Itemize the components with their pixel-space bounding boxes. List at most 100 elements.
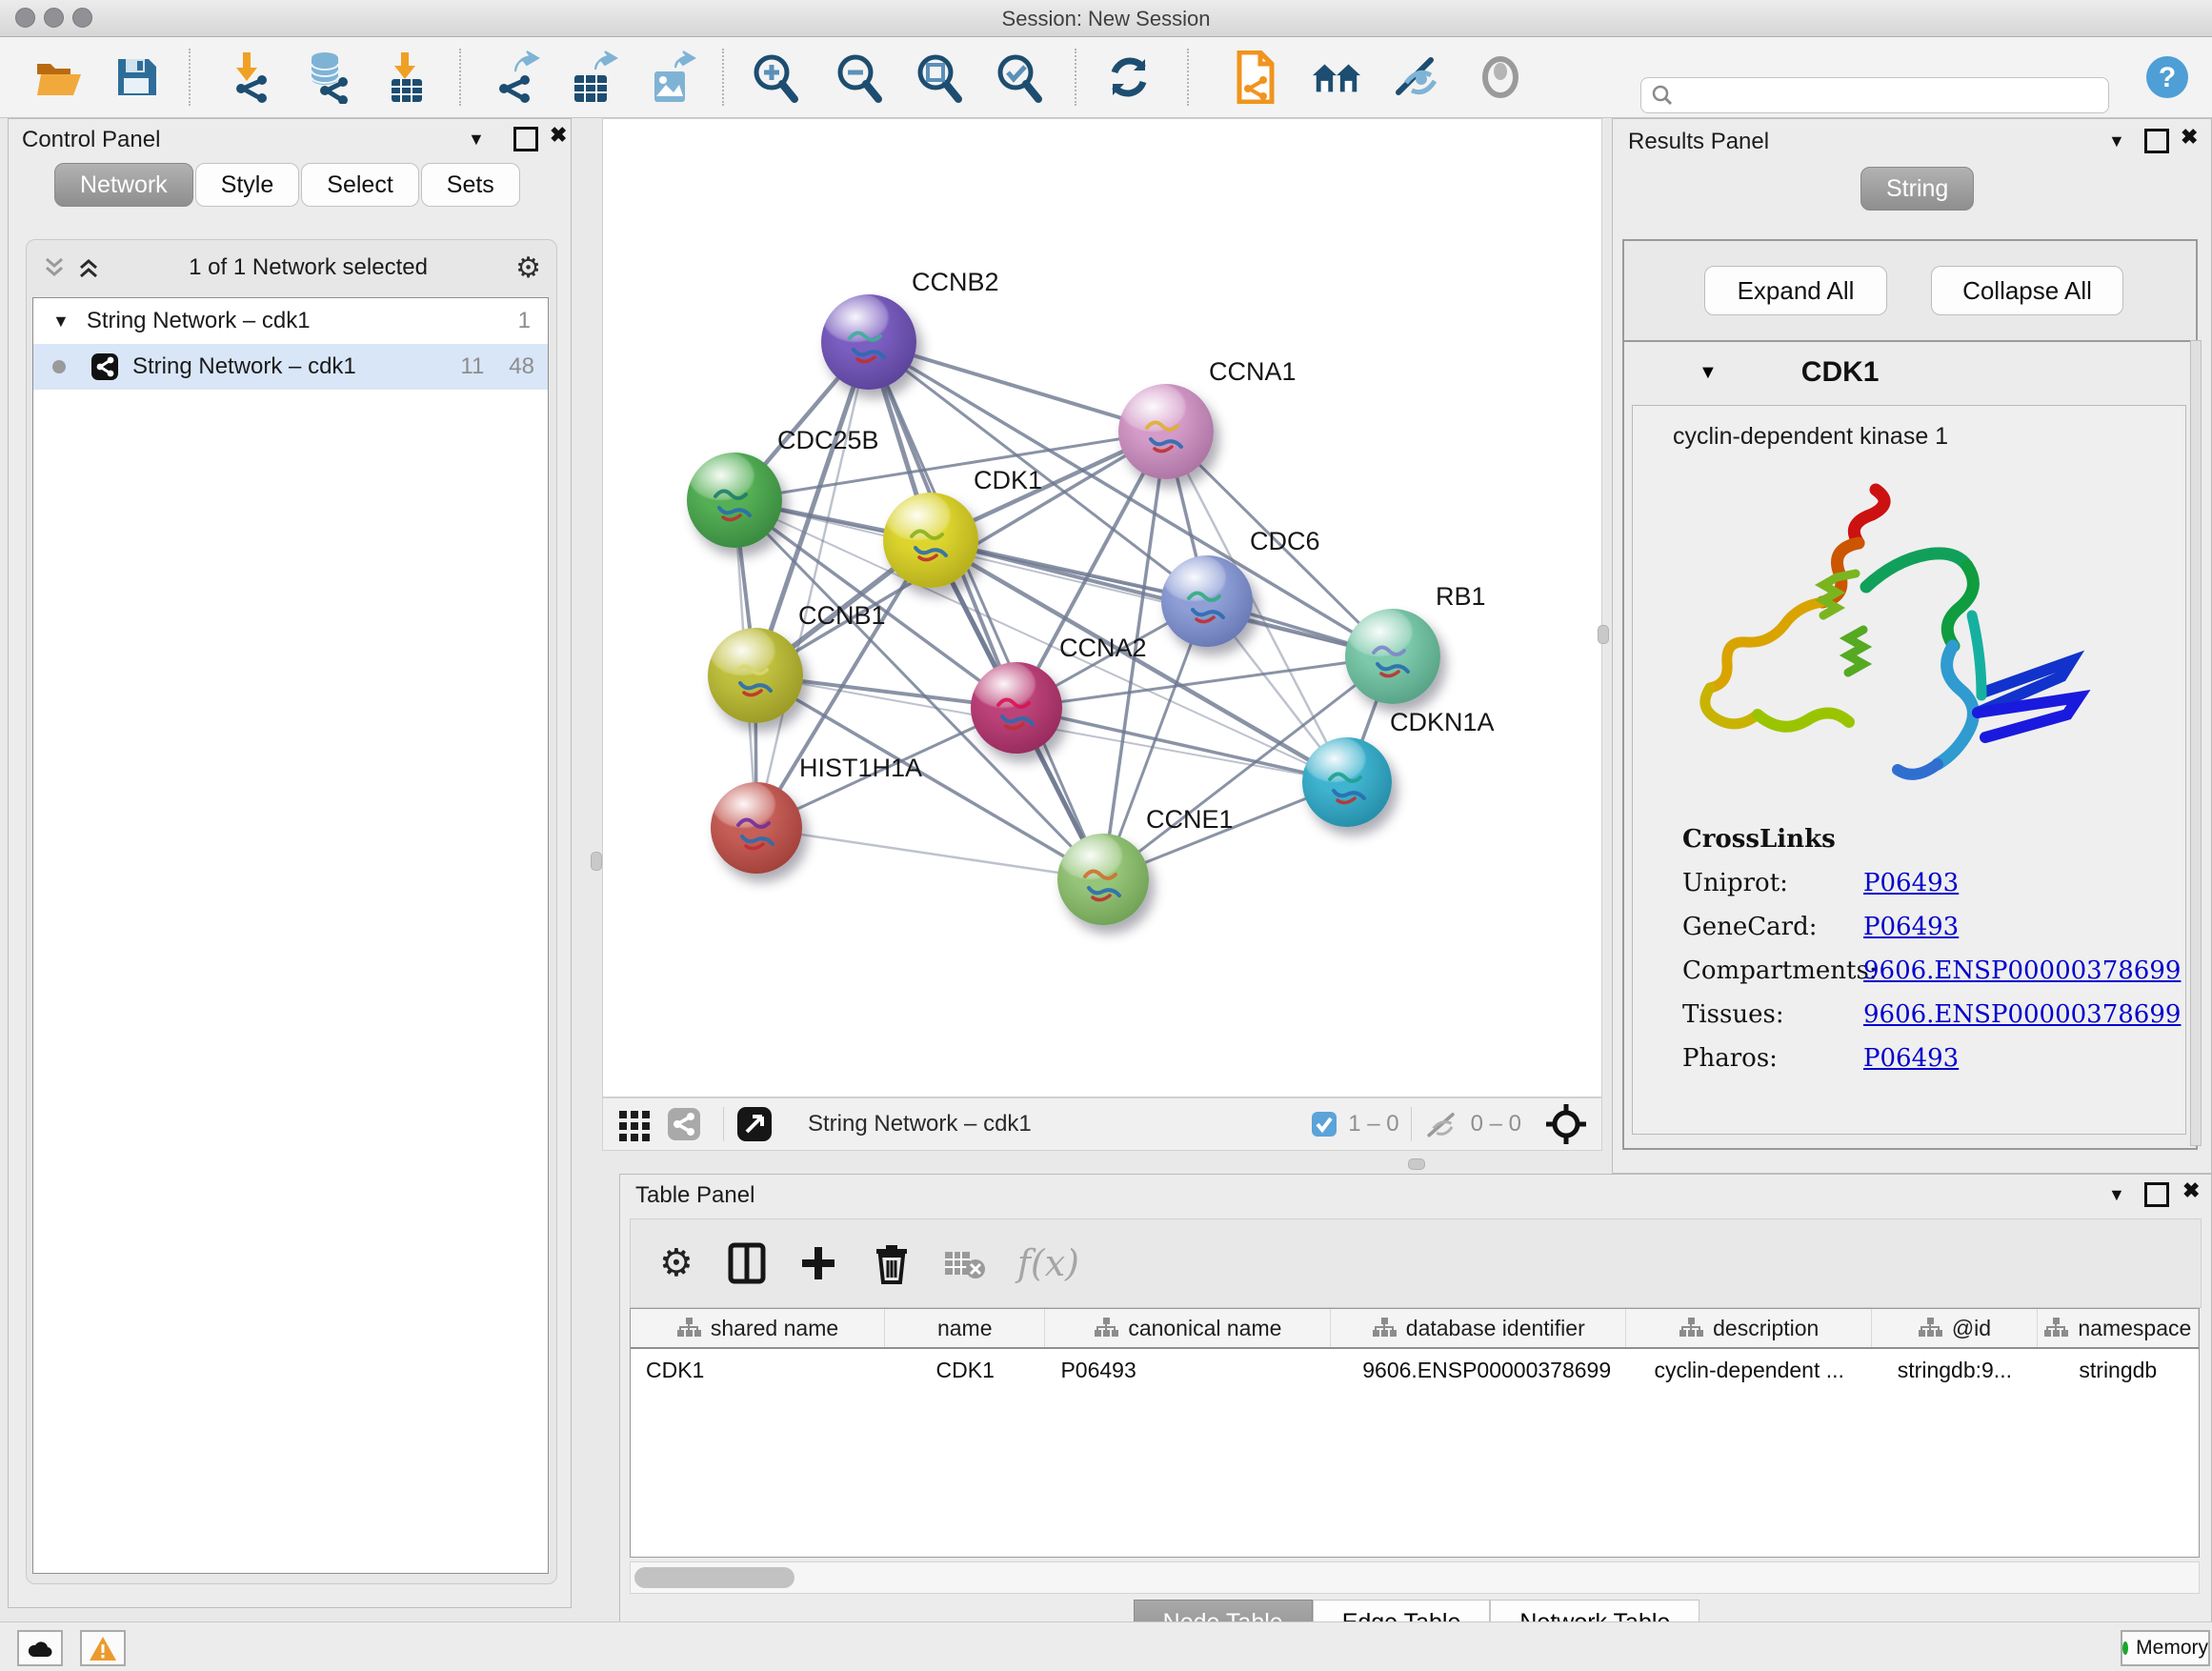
function-builder-icon[interactable]: f(x) <box>1017 1242 1079 1284</box>
collapse-all-button[interactable]: Collapse All <box>1931 266 2123 315</box>
network-node-ccnb1[interactable] <box>708 628 803 723</box>
table-hscrollbar-thumb[interactable] <box>634 1567 794 1588</box>
gene-expander-icon[interactable]: ▼ <box>1699 362 1718 384</box>
search-box[interactable] <box>1640 77 2109 113</box>
close-results-icon[interactable]: ✖ <box>2181 127 2198 148</box>
expand-all-button[interactable]: Expand All <box>1704 266 1887 315</box>
zoom-in-icon[interactable] <box>749 50 800 104</box>
selected-checkbox-icon[interactable] <box>1310 1110 1338 1138</box>
network-node-ccna2[interactable] <box>971 662 1062 754</box>
import-network-icon[interactable] <box>221 50 272 104</box>
crosslink-link[interactable]: P06493 <box>1863 869 1959 897</box>
grid-view-icon[interactable] <box>616 1106 653 1142</box>
collapse-table-icon[interactable]: ▼ <box>2108 1184 2125 1205</box>
tab-sets[interactable]: Sets <box>421 163 520 207</box>
column-header-id[interactable]: @id <box>1872 1309 2037 1347</box>
column-header-sharedname[interactable]: shared name <box>631 1309 885 1347</box>
crosslink-link[interactable]: P06493 <box>1863 1044 1959 1073</box>
export-image-icon[interactable] <box>646 50 697 104</box>
cell-namespace[interactable]: stringdb <box>2038 1358 2199 1383</box>
network-node-ccne1[interactable] <box>1057 834 1149 925</box>
table-options-gear-icon[interactable]: ⚙ <box>659 1241 694 1285</box>
network-options-gear-icon[interactable]: ⚙ <box>515 252 541 285</box>
cloud-status-button[interactable] <box>17 1630 63 1666</box>
add-column-icon[interactable] <box>798 1243 838 1283</box>
gene-description: cyclin-dependent kinase 1 <box>1673 423 1948 451</box>
network-canvas[interactable]: CCNB2CCNA1CDC25BCDK1CDC6RB1CCNB1CCNA2CDK… <box>602 118 1602 1097</box>
cell-id[interactable]: stringdb:9... <box>1872 1358 2037 1383</box>
network-node-hist1h1a[interactable] <box>711 782 802 874</box>
cell-name[interactable]: CDK1 <box>885 1358 1045 1383</box>
network-row[interactable]: String Network – cdk1 11 48 <box>33 344 548 390</box>
left-splitter-handle[interactable] <box>591 852 602 871</box>
cell-sharedname[interactable]: CDK1 <box>631 1358 885 1383</box>
zoom-out-icon[interactable] <box>833 50 884 104</box>
memory-button[interactable]: Memory <box>2121 1630 2210 1666</box>
warning-icon <box>89 1636 117 1661</box>
help-icon[interactable]: ? <box>2142 50 2193 104</box>
delete-table-icon[interactable] <box>943 1246 985 1280</box>
crosslink-link[interactable]: 9606.ENSP00000378699 <box>1863 1000 2181 1029</box>
collapse-results-icon[interactable]: ▼ <box>2108 131 2125 151</box>
collapse-panel-icon[interactable]: ▼ <box>468 129 485 150</box>
fit-selection-crosshair-icon[interactable] <box>1544 1102 1588 1146</box>
export-table-icon[interactable] <box>568 50 619 104</box>
table-hscrollbar[interactable] <box>630 1561 2200 1594</box>
table-row[interactable]: CDK1CDK1P064939606.ENSP00000378699cyclin… <box>631 1349 2199 1391</box>
network-node-cdc6[interactable] <box>1161 555 1253 647</box>
hidden-eye-icon[interactable] <box>1423 1109 1461 1139</box>
column-header-namespace[interactable]: namespace <box>2038 1309 2199 1347</box>
network-node-cdkn1a[interactable] <box>1302 737 1392 827</box>
open-session-icon[interactable] <box>34 50 86 104</box>
float-results-icon[interactable] <box>2144 129 2169 153</box>
import-string-document-icon[interactable] <box>1229 50 1280 104</box>
hide-unhide-icon[interactable] <box>1393 50 1444 104</box>
tab-network[interactable]: Network <box>54 163 193 207</box>
tab-string[interactable]: String <box>1860 167 1976 211</box>
single-view-icon[interactable] <box>666 1106 702 1142</box>
tree-expander-icon[interactable]: ▼ <box>52 312 70 332</box>
network-node-ccna1[interactable] <box>1118 384 1214 479</box>
cell-canonicalname[interactable]: P06493 <box>1045 1358 1331 1383</box>
close-table-icon[interactable]: ✖ <box>2182 1180 2200 1201</box>
home-networks-icon[interactable] <box>1311 50 1362 104</box>
crosslink-label: Tissues: <box>1682 1000 1863 1029</box>
birds-eye-view-icon[interactable] <box>735 1105 774 1143</box>
import-database-icon[interactable] <box>299 50 351 104</box>
gene-section-header[interactable]: ▼ CDK1 <box>1624 342 2196 403</box>
network-collection-row[interactable]: ▼ String Network – cdk1 1 <box>33 298 548 344</box>
warning-status-button[interactable] <box>80 1630 126 1666</box>
save-session-icon[interactable] <box>111 50 162 104</box>
export-network-icon[interactable] <box>490 50 541 104</box>
crosslink-link[interactable]: P06493 <box>1863 913 1959 941</box>
right-splitter-handle[interactable] <box>1598 625 1609 644</box>
cell-description[interactable]: cyclin-dependent ... <box>1626 1358 1872 1383</box>
bottom-splitter-handle[interactable] <box>1408 1158 1425 1170</box>
tab-style[interactable]: Style <box>195 163 300 207</box>
zoom-fit-icon[interactable] <box>913 50 964 104</box>
tab-select[interactable]: Select <box>301 163 418 207</box>
network-node-cdk1[interactable] <box>883 493 978 588</box>
network-node-ccnb2[interactable] <box>821 294 916 390</box>
crosslink-link[interactable]: 9606.ENSP00000378699 <box>1863 956 2181 985</box>
search-input[interactable] <box>1674 84 2087 108</box>
refresh-icon[interactable] <box>1103 50 1155 104</box>
float-table-icon[interactable] <box>2144 1182 2169 1207</box>
collapse-all-networks-icon[interactable] <box>76 255 101 280</box>
show-eye-icon[interactable] <box>1475 50 1526 104</box>
column-header-databaseidentifier[interactable]: database identifier <box>1331 1309 1626 1347</box>
expand-all-networks-icon[interactable] <box>42 255 67 280</box>
column-header-name[interactable]: name <box>885 1309 1045 1347</box>
network-node-rb1[interactable] <box>1345 609 1440 704</box>
cell-databaseidentifier[interactable]: 9606.ENSP00000378699 <box>1331 1358 1626 1383</box>
results-scrollbar[interactable] <box>2190 340 2202 1146</box>
network-node-cdc25b[interactable] <box>687 453 782 548</box>
import-table-icon[interactable] <box>381 50 432 104</box>
float-panel-icon[interactable] <box>513 127 538 151</box>
zoom-selected-icon[interactable] <box>993 50 1044 104</box>
delete-column-icon[interactable] <box>873 1241 911 1285</box>
close-panel-icon[interactable]: ✖ <box>550 125 567 146</box>
show-columns-icon[interactable] <box>728 1242 766 1284</box>
column-header-canonicalname[interactable]: canonical name <box>1045 1309 1331 1347</box>
column-header-description[interactable]: description <box>1626 1309 1872 1347</box>
